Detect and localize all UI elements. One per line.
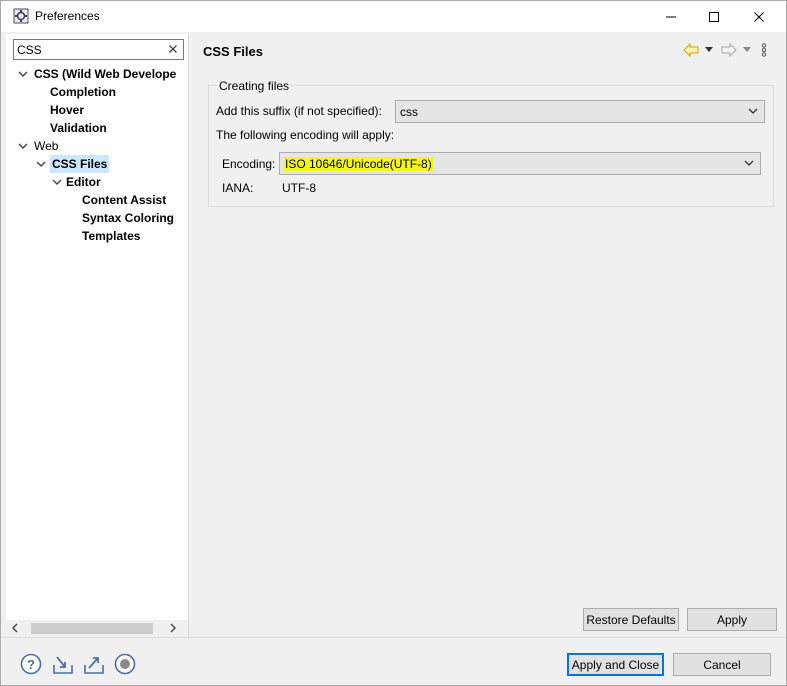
creating-files-group: Creating files Add this suffix (if not s… [208, 79, 774, 207]
filter-input[interactable] [17, 42, 157, 57]
minimize-button[interactable] [648, 1, 694, 32]
tree-item-css-files[interactable]: CSS Files [34, 155, 134, 173]
tree-item-label: Web [34, 139, 59, 153]
scrollbar-thumb[interactable] [31, 623, 153, 634]
preferences-app-icon [13, 8, 29, 24]
group-title: Creating files [217, 79, 292, 93]
back-arrow-icon[interactable] [683, 43, 699, 57]
window-title: Preferences [35, 9, 100, 23]
forward-dropdown-icon[interactable] [743, 47, 751, 53]
close-button[interactable] [736, 1, 782, 32]
footer-separator [1, 637, 786, 638]
chevron-down-icon[interactable] [18, 141, 28, 151]
tree-item-label: CSS (Wild Web Develope [34, 67, 177, 81]
page-title: CSS Files [203, 44, 263, 59]
tree-item-editor[interactable]: Editor [50, 173, 150, 191]
iana-value: UTF-8 [282, 181, 316, 195]
maximize-button[interactable] [691, 1, 737, 32]
view-menu-icon[interactable] [760, 43, 768, 57]
chevron-down-icon[interactable] [744, 160, 754, 167]
tree-horizontal-scrollbar[interactable] [6, 620, 188, 637]
tree-item-label: Templates [82, 229, 141, 243]
encoding-combo[interactable]: ISO 10646/Unicode(UTF-8) [279, 152, 761, 175]
apply-button[interactable]: Apply [687, 608, 777, 631]
title-bar: Preferences [1, 1, 786, 32]
svg-text:?: ? [27, 657, 35, 672]
encoding-label: Encoding: [222, 157, 276, 171]
tree-item-label: Syntax Coloring [82, 211, 175, 225]
tree-item-css[interactable]: CSS (Wild Web Develope [16, 65, 188, 83]
suffix-value: css [400, 105, 418, 119]
suffix-combo[interactable]: css [395, 100, 765, 123]
restore-defaults-button[interactable]: Restore Defaults [583, 608, 679, 631]
clear-filter-icon[interactable] [167, 43, 179, 55]
help-icon[interactable]: ? [20, 653, 42, 675]
encoding-value: ISO 10646/Unicode(UTF-8) [284, 157, 433, 171]
back-dropdown-icon[interactable] [705, 47, 713, 53]
preferences-window: Preferences CSS (Wild Web Develope Compl… [0, 0, 787, 686]
preference-tree-pane: CSS (Wild Web Develope Completion Hover … [6, 34, 189, 637]
tree-item-label: Validation [50, 121, 107, 135]
encoding-intro-label: The following encoding will apply: [216, 128, 395, 142]
iana-label: IANA: [222, 181, 254, 195]
chevron-down-icon[interactable] [52, 177, 62, 187]
tree-item-label: Completion [50, 85, 116, 99]
apply-and-close-button[interactable]: Apply and Close [567, 653, 664, 676]
suffix-label: Add this suffix (if not specified): [216, 104, 382, 118]
scroll-right-icon[interactable] [168, 623, 178, 633]
tree-item-web[interactable]: Web [16, 137, 116, 155]
chevron-down-icon[interactable] [18, 69, 28, 79]
tree-item-label: Editor [66, 175, 101, 189]
scroll-left-icon[interactable] [10, 623, 20, 633]
record-icon[interactable] [114, 653, 136, 675]
filter-field[interactable] [13, 39, 184, 60]
export-icon[interactable] [83, 653, 105, 675]
tree-item-label: Content Assist [82, 193, 167, 207]
tree-item-label: Hover [50, 103, 85, 117]
tree-item-label: CSS Files [50, 155, 110, 173]
chevron-down-icon[interactable] [748, 108, 758, 115]
cancel-button[interactable]: Cancel [673, 653, 771, 676]
chevron-down-icon[interactable] [36, 159, 46, 169]
import-icon[interactable] [52, 653, 74, 675]
forward-arrow-icon[interactable] [721, 43, 737, 57]
preference-page: CSS Files Creating files Add this suffix… [191, 34, 784, 637]
